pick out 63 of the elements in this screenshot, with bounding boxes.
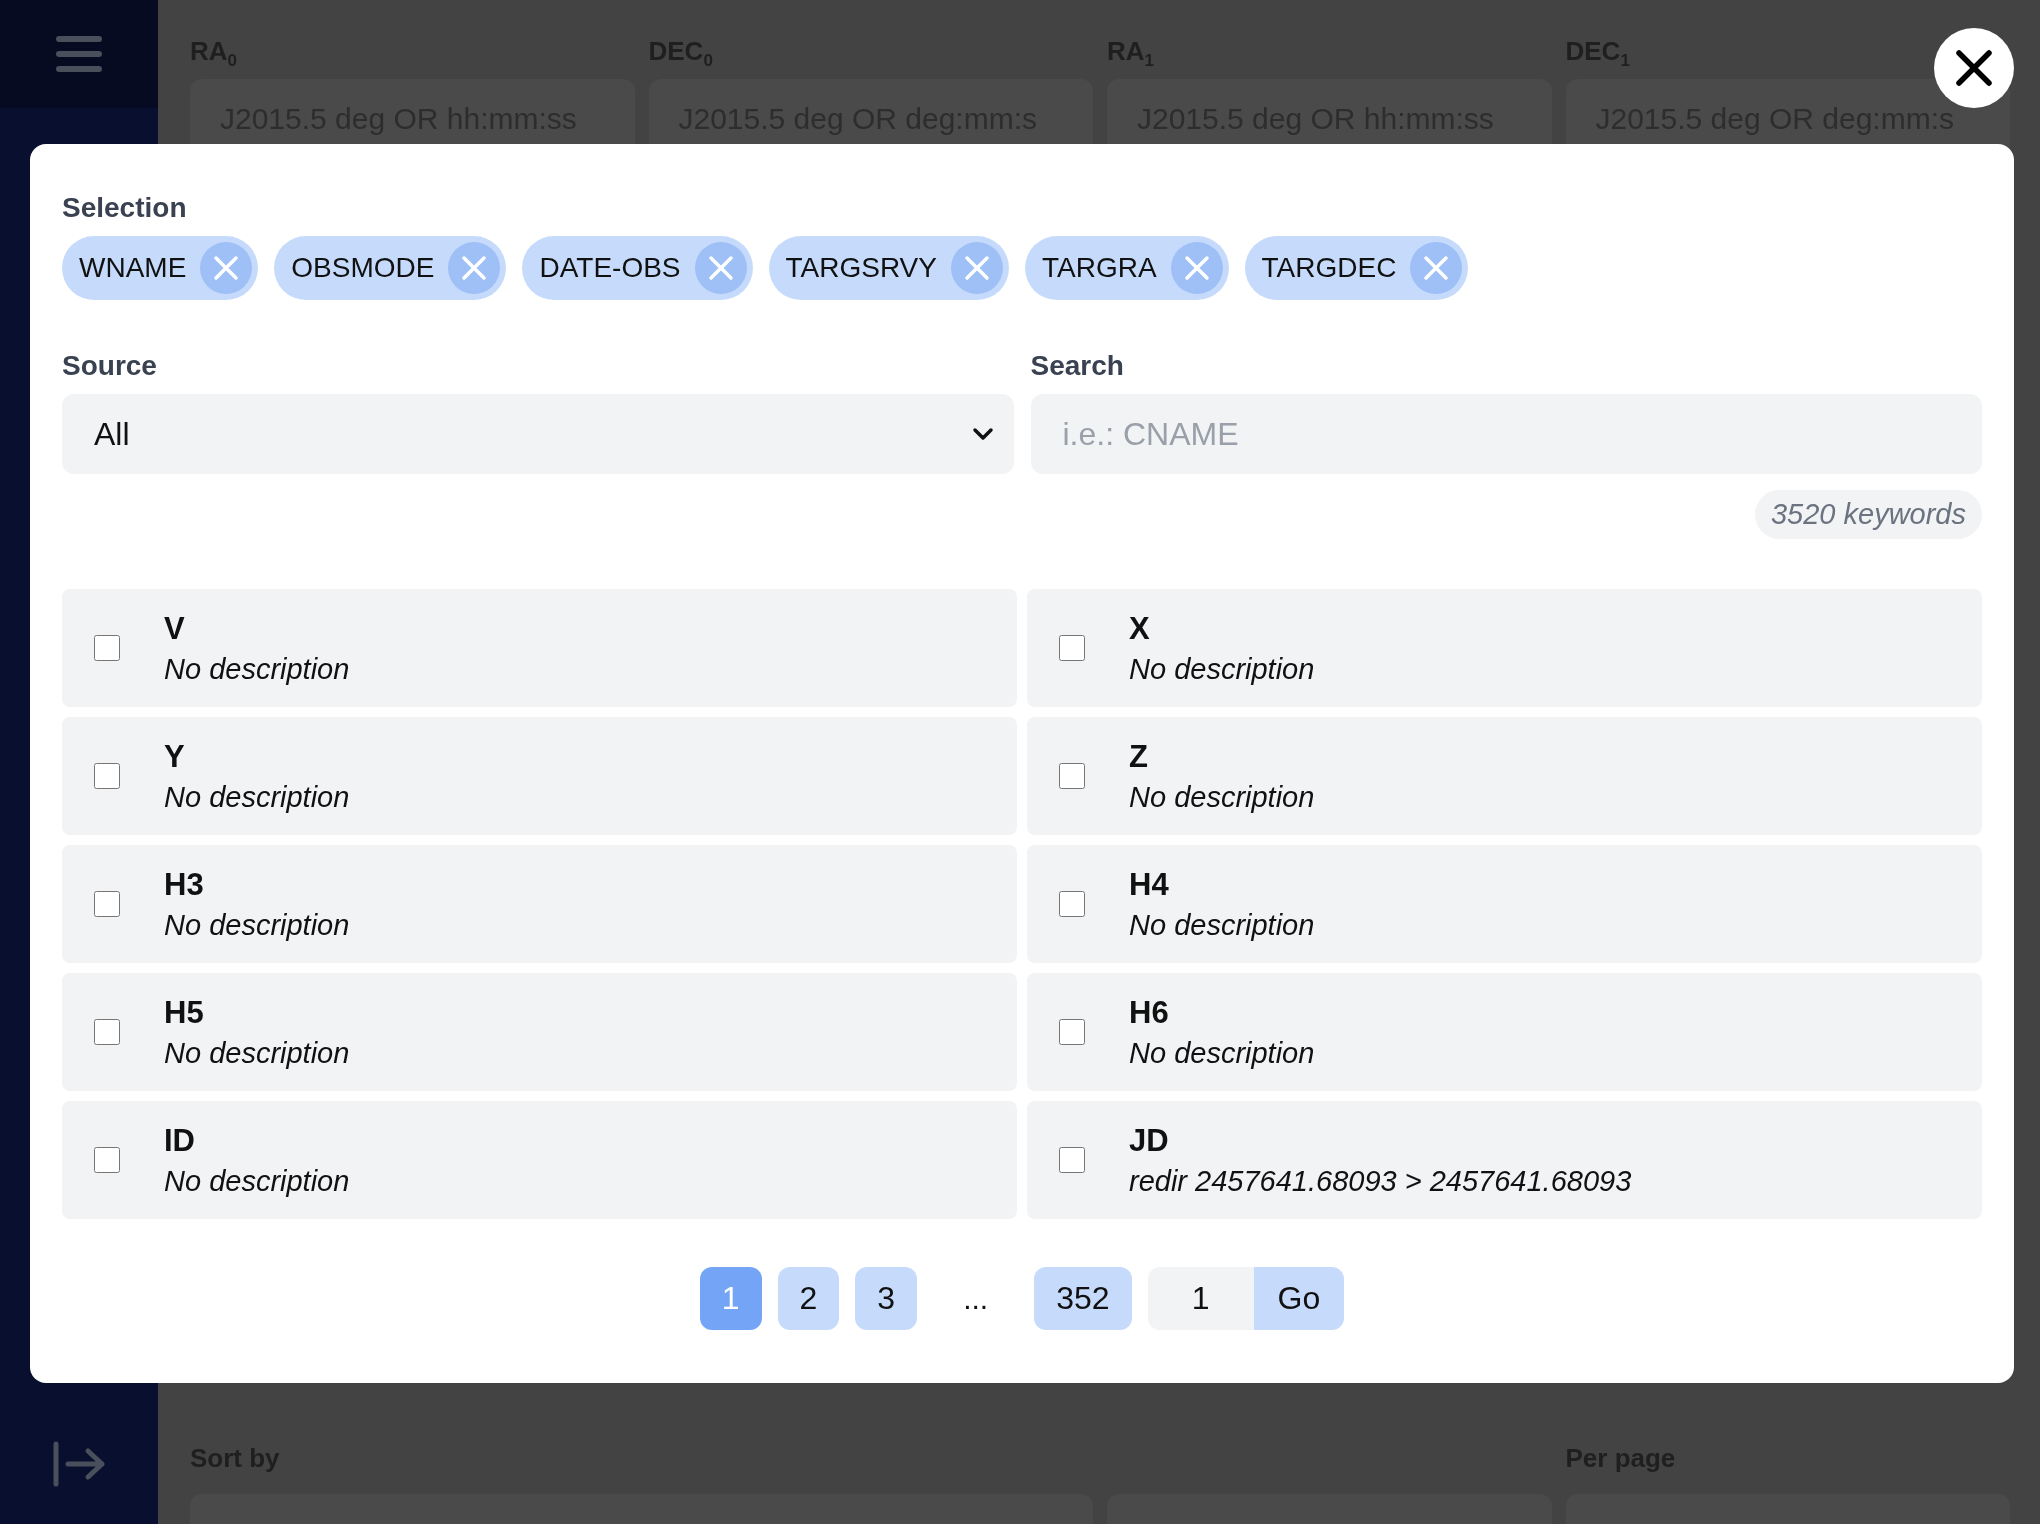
menu-icon[interactable] bbox=[56, 35, 102, 73]
keyword-card[interactable]: H3 No description bbox=[62, 845, 1017, 963]
keyword-description: No description bbox=[1129, 908, 1315, 942]
checkbox[interactable] bbox=[1059, 891, 1085, 917]
field-label: Source bbox=[62, 350, 158, 382]
checkbox[interactable] bbox=[94, 763, 120, 789]
keyword-description: No description bbox=[1129, 1036, 1315, 1070]
keyword-name: JD bbox=[1129, 1122, 1170, 1159]
keyword-card[interactable]: JD redir 2457641.68093 > 2457641.68093 bbox=[1027, 1101, 1982, 1219]
keyword-card[interactable]: Y No description bbox=[62, 717, 1017, 835]
checkbox[interactable] bbox=[1059, 635, 1085, 661]
keyword-description: No description bbox=[164, 1036, 350, 1070]
keyword-name: H4 bbox=[1129, 866, 1170, 903]
close-icon bbox=[1954, 48, 1994, 88]
keyword-description: No description bbox=[164, 908, 350, 942]
keyword-name: H5 bbox=[164, 994, 205, 1031]
keyword-description: No description bbox=[164, 1164, 350, 1198]
checkbox[interactable] bbox=[94, 1147, 120, 1173]
keyword-description: No description bbox=[164, 652, 350, 686]
search-field[interactable]: i.e.: CNAME bbox=[1030, 394, 1982, 474]
keyword-name: X bbox=[1129, 610, 1151, 647]
checkbox[interactable] bbox=[1059, 1019, 1085, 1045]
keyword-description: No description bbox=[164, 780, 350, 814]
keyword-name: H6 bbox=[1129, 994, 1170, 1031]
checkbox[interactable] bbox=[94, 891, 120, 917]
checkbox[interactable] bbox=[1059, 1147, 1085, 1173]
keyword-card[interactable]: X No description bbox=[1027, 589, 1982, 707]
keyword-name: ID bbox=[164, 1122, 196, 1159]
keyword-card[interactable]: V No description bbox=[62, 589, 1017, 707]
page-button[interactable]: 352 bbox=[1034, 1267, 1132, 1330]
keyword-card[interactable]: H4 No description bbox=[1027, 845, 1982, 963]
keyword-name: V bbox=[164, 610, 186, 647]
go-button[interactable]: Go bbox=[1253, 1267, 1345, 1330]
chip-label: TARGDEC bbox=[1261, 252, 1397, 284]
checkbox[interactable] bbox=[94, 635, 120, 661]
chip-label: OBSMODE bbox=[291, 252, 435, 284]
keyword-description: No description bbox=[1129, 652, 1315, 686]
keyword-card[interactable]: ID No description bbox=[62, 1101, 1017, 1219]
checkbox[interactable] bbox=[94, 1019, 120, 1045]
keyword-description: redir 2457641.68093 > 2457641.68093 bbox=[1129, 1164, 1632, 1198]
keyword-description: No description bbox=[1129, 780, 1315, 814]
logout-icon[interactable] bbox=[52, 1441, 106, 1487]
keyword-card[interactable]: H6 No description bbox=[1027, 973, 1982, 1091]
chip-label: WNAME bbox=[79, 252, 187, 284]
checkbox[interactable] bbox=[1059, 763, 1085, 789]
keyword-name: Y bbox=[164, 738, 186, 775]
chip-label: DATE-OBS bbox=[539, 252, 681, 284]
keyword-name: Z bbox=[1129, 738, 1149, 775]
page-input[interactable]: 1 bbox=[1147, 1267, 1254, 1330]
chip-label: TARGSRVY bbox=[785, 252, 937, 284]
keyword-count: 3520 keywords bbox=[1754, 490, 1982, 539]
chevron-down-icon bbox=[971, 427, 994, 441]
keyword-card[interactable]: Z No description bbox=[1027, 717, 1982, 835]
source-select[interactable]: All bbox=[62, 394, 1014, 474]
keyword-name: H3 bbox=[164, 866, 205, 903]
section-label: Selection bbox=[62, 192, 188, 224]
chip-label: TARGRA bbox=[1042, 252, 1157, 284]
page-button[interactable]: 2 bbox=[777, 1267, 840, 1330]
page-ellipsis: ... bbox=[962, 1281, 990, 1316]
keyword-card[interactable]: H5 No description bbox=[62, 973, 1017, 1091]
field-label: Search bbox=[1030, 350, 1125, 382]
select-value: All bbox=[94, 415, 130, 453]
page-button[interactable]: 3 bbox=[855, 1267, 918, 1330]
